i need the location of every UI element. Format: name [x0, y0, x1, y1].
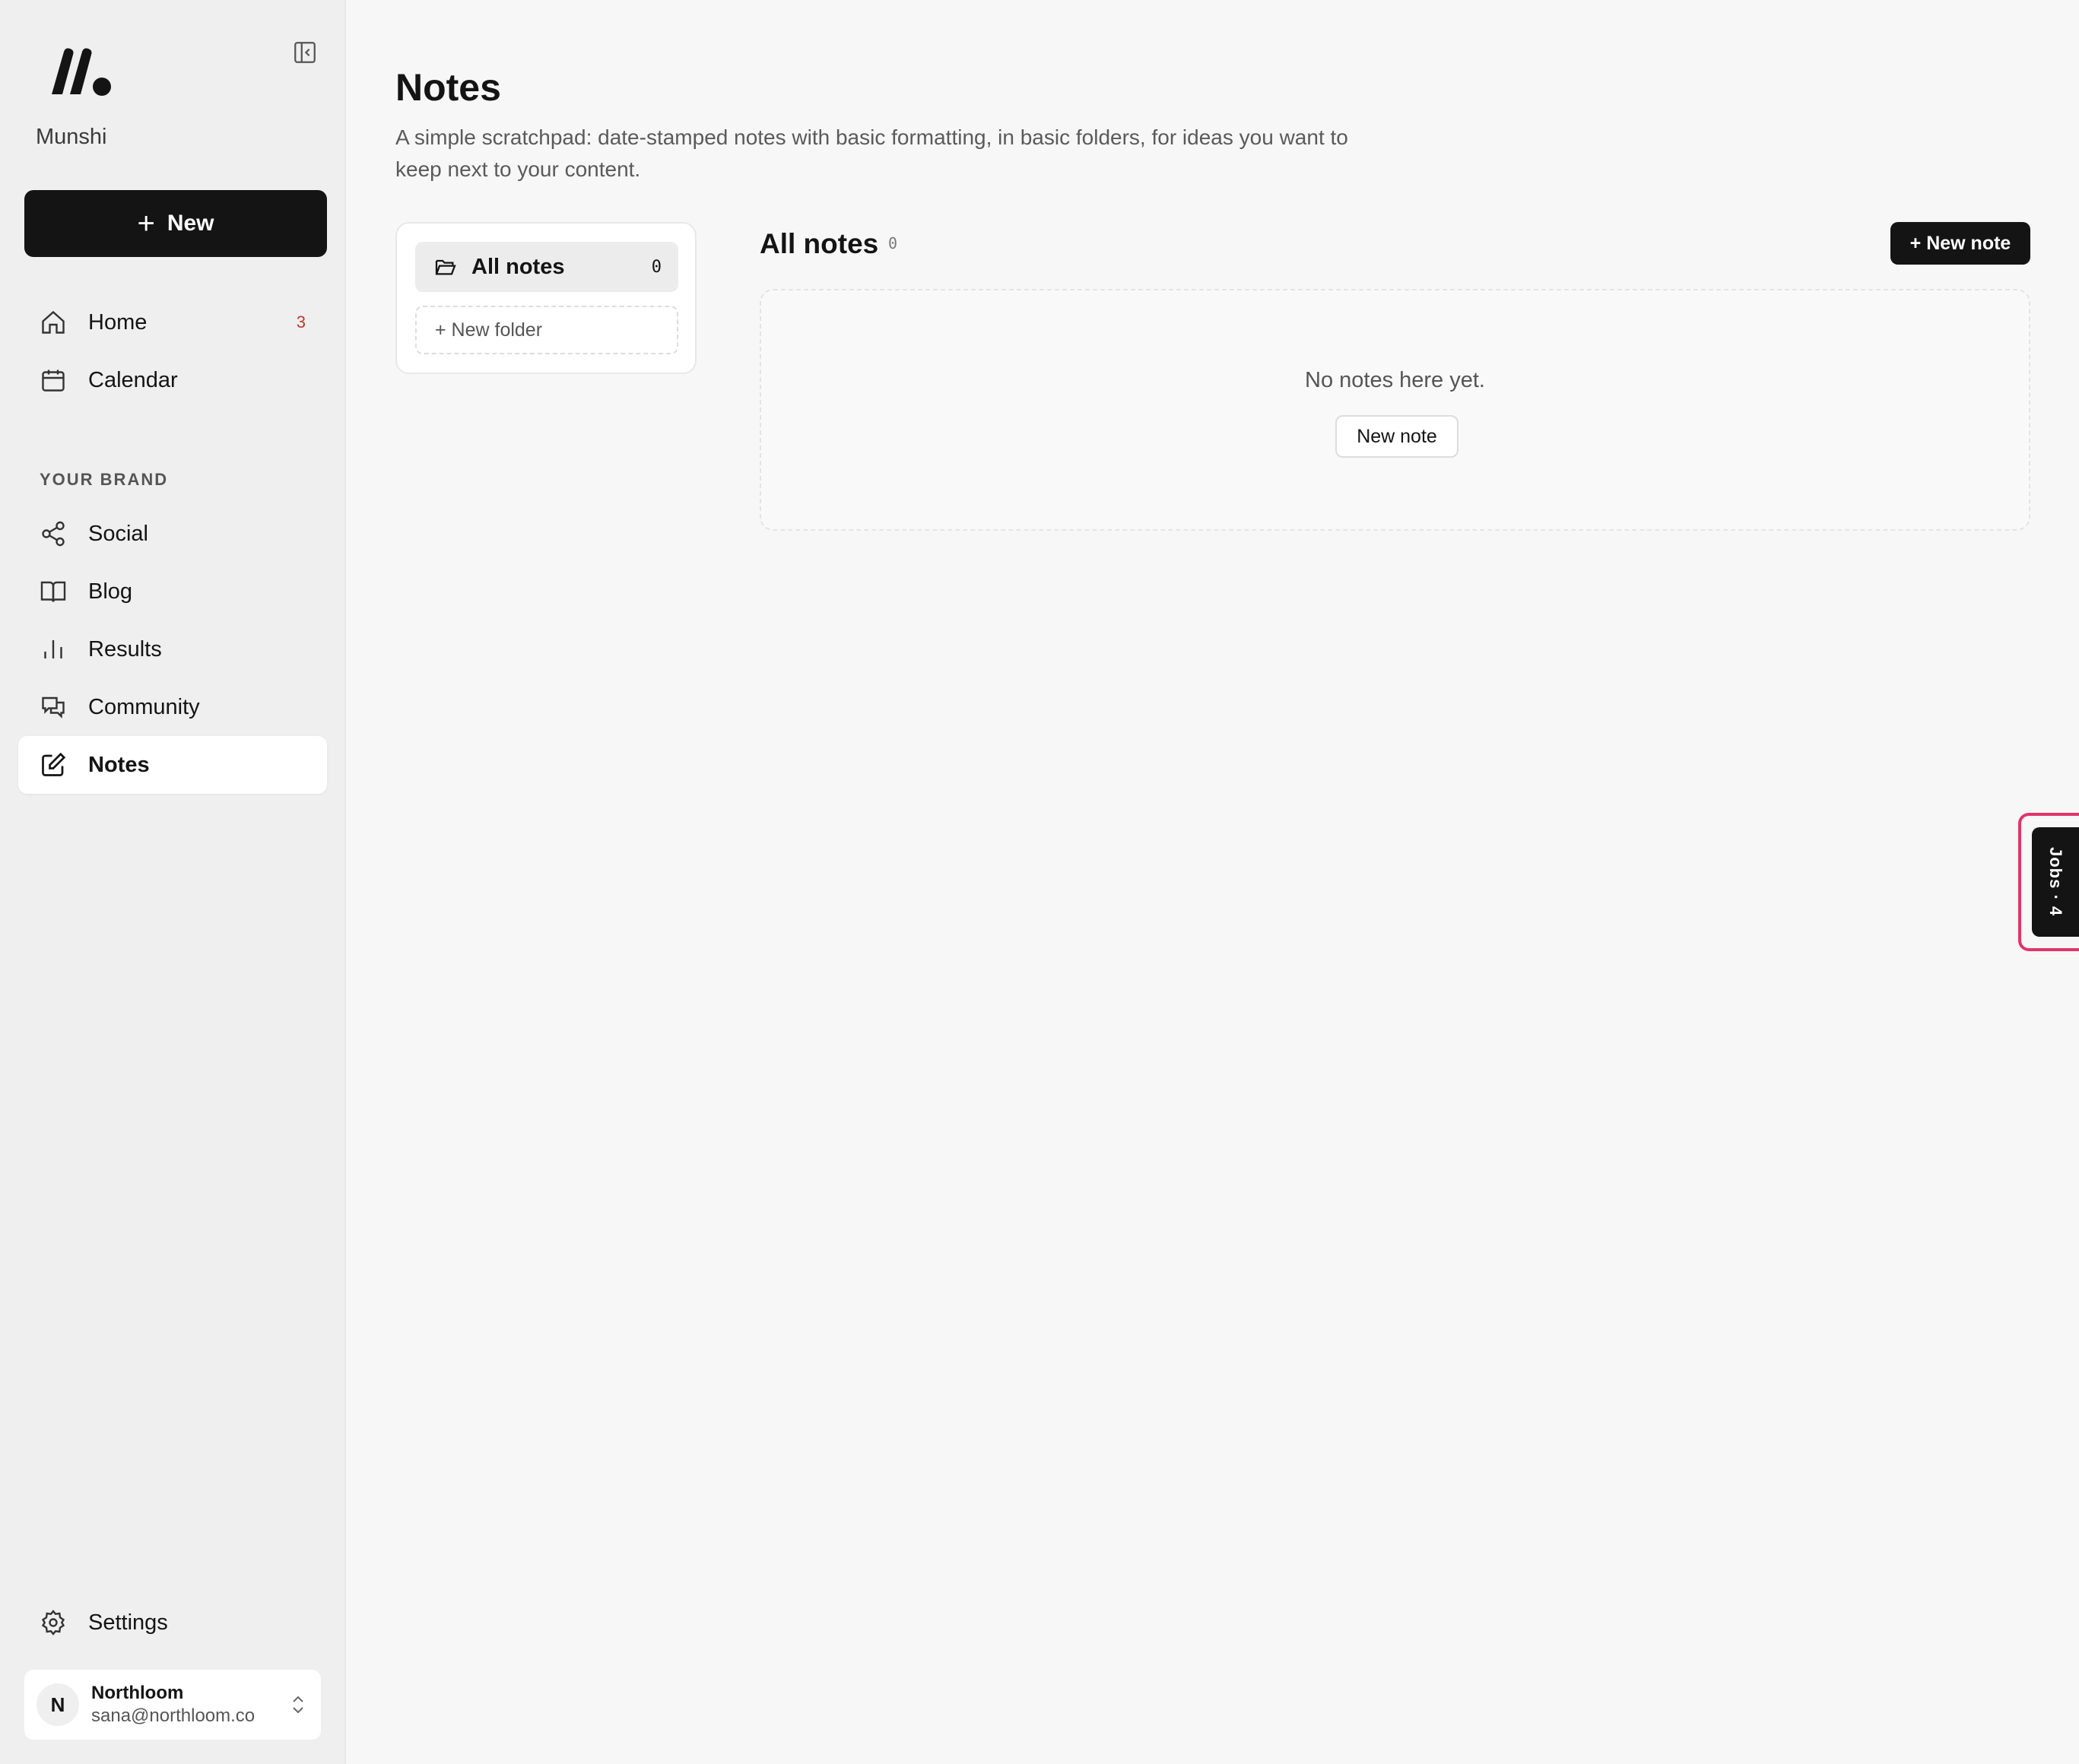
sidebar-item-label: Settings	[88, 1610, 168, 1635]
sidebar-item-community[interactable]: Community	[18, 678, 327, 736]
book-icon	[40, 581, 66, 602]
sidebar-item-label: Community	[88, 694, 200, 719]
collapse-sidebar-icon[interactable]	[292, 40, 318, 65]
sidebar-item-label: Notes	[88, 752, 150, 777]
page-title: Notes	[395, 66, 501, 109]
notification-badge: 3	[296, 313, 306, 332]
munshi-logo	[52, 48, 111, 96]
empty-state: No notes here yet. New note	[760, 289, 2030, 531]
account-name: Northloom	[91, 1683, 184, 1703]
new-button-label: New	[167, 211, 214, 236]
sidebar: Munshi + New Home 3 Calendar YOUR BRAND …	[0, 0, 346, 1764]
sidebar-item-label: Blog	[88, 579, 133, 604]
edit-icon	[42, 752, 66, 776]
empty-state-text: No notes here yet.	[1305, 368, 1485, 392]
chat-icon	[42, 696, 65, 719]
notes-list-title: All notes	[760, 228, 879, 259]
home-icon	[42, 310, 65, 334]
sidebar-item-notes[interactable]: Notes	[18, 736, 327, 794]
bar-chart-icon	[44, 640, 62, 658]
sidebar-item-settings[interactable]: Settings	[18, 1594, 327, 1651]
folders-panel: All notes 0 + New folder	[395, 222, 697, 374]
section-label-your-brand: YOUR BRAND	[40, 470, 169, 489]
new-folder-button[interactable]: + New folder	[415, 306, 678, 354]
new-note-button[interactable]: + New note	[1890, 222, 2030, 265]
account-email: sana@northloom.co	[91, 1705, 256, 1726]
sidebar-item-home[interactable]: Home 3	[18, 293, 327, 351]
sidebar-item-label: Results	[88, 636, 162, 662]
folder-all-notes[interactable]: All notes 0	[415, 242, 678, 292]
sidebar-item-calendar[interactable]: Calendar	[18, 351, 327, 409]
page-description: A simple scratchpad: date-stamped notes …	[395, 125, 1348, 181]
chevron-up-down-icon	[293, 1696, 303, 1714]
account-switcher[interactable]: N Northloom sana@northloom.co	[24, 1670, 321, 1740]
app-name: Munshi	[36, 125, 107, 149]
main-content: Notes A simple scratchpad: date-stamped …	[346, 0, 2079, 1764]
jobs-tab-label: Jobs · 4	[2046, 847, 2065, 917]
jobs-tab[interactable]: Jobs · 4	[2032, 827, 2079, 937]
sidebar-item-label: Calendar	[88, 367, 178, 392]
sidebar-item-label: Social	[88, 521, 148, 546]
plus-icon: +	[137, 207, 155, 240]
empty-new-note-button[interactable]: New note	[1335, 415, 1458, 458]
sidebar-item-social[interactable]: Social	[18, 505, 327, 563]
new-button[interactable]: + New	[24, 190, 327, 257]
folder-open-icon	[435, 259, 456, 275]
share-icon	[42, 521, 65, 547]
sidebar-item-label: Home	[88, 309, 148, 335]
sidebar-item-blog[interactable]: Blog	[18, 563, 327, 620]
folder-count: 0	[651, 257, 662, 277]
sidebar-item-results[interactable]: Results	[18, 620, 327, 678]
calendar-icon	[42, 370, 65, 392]
notes-count: 0	[888, 234, 898, 252]
gear-icon	[41, 1610, 65, 1636]
avatar: N	[37, 1683, 79, 1726]
folder-label: All notes	[471, 254, 565, 279]
